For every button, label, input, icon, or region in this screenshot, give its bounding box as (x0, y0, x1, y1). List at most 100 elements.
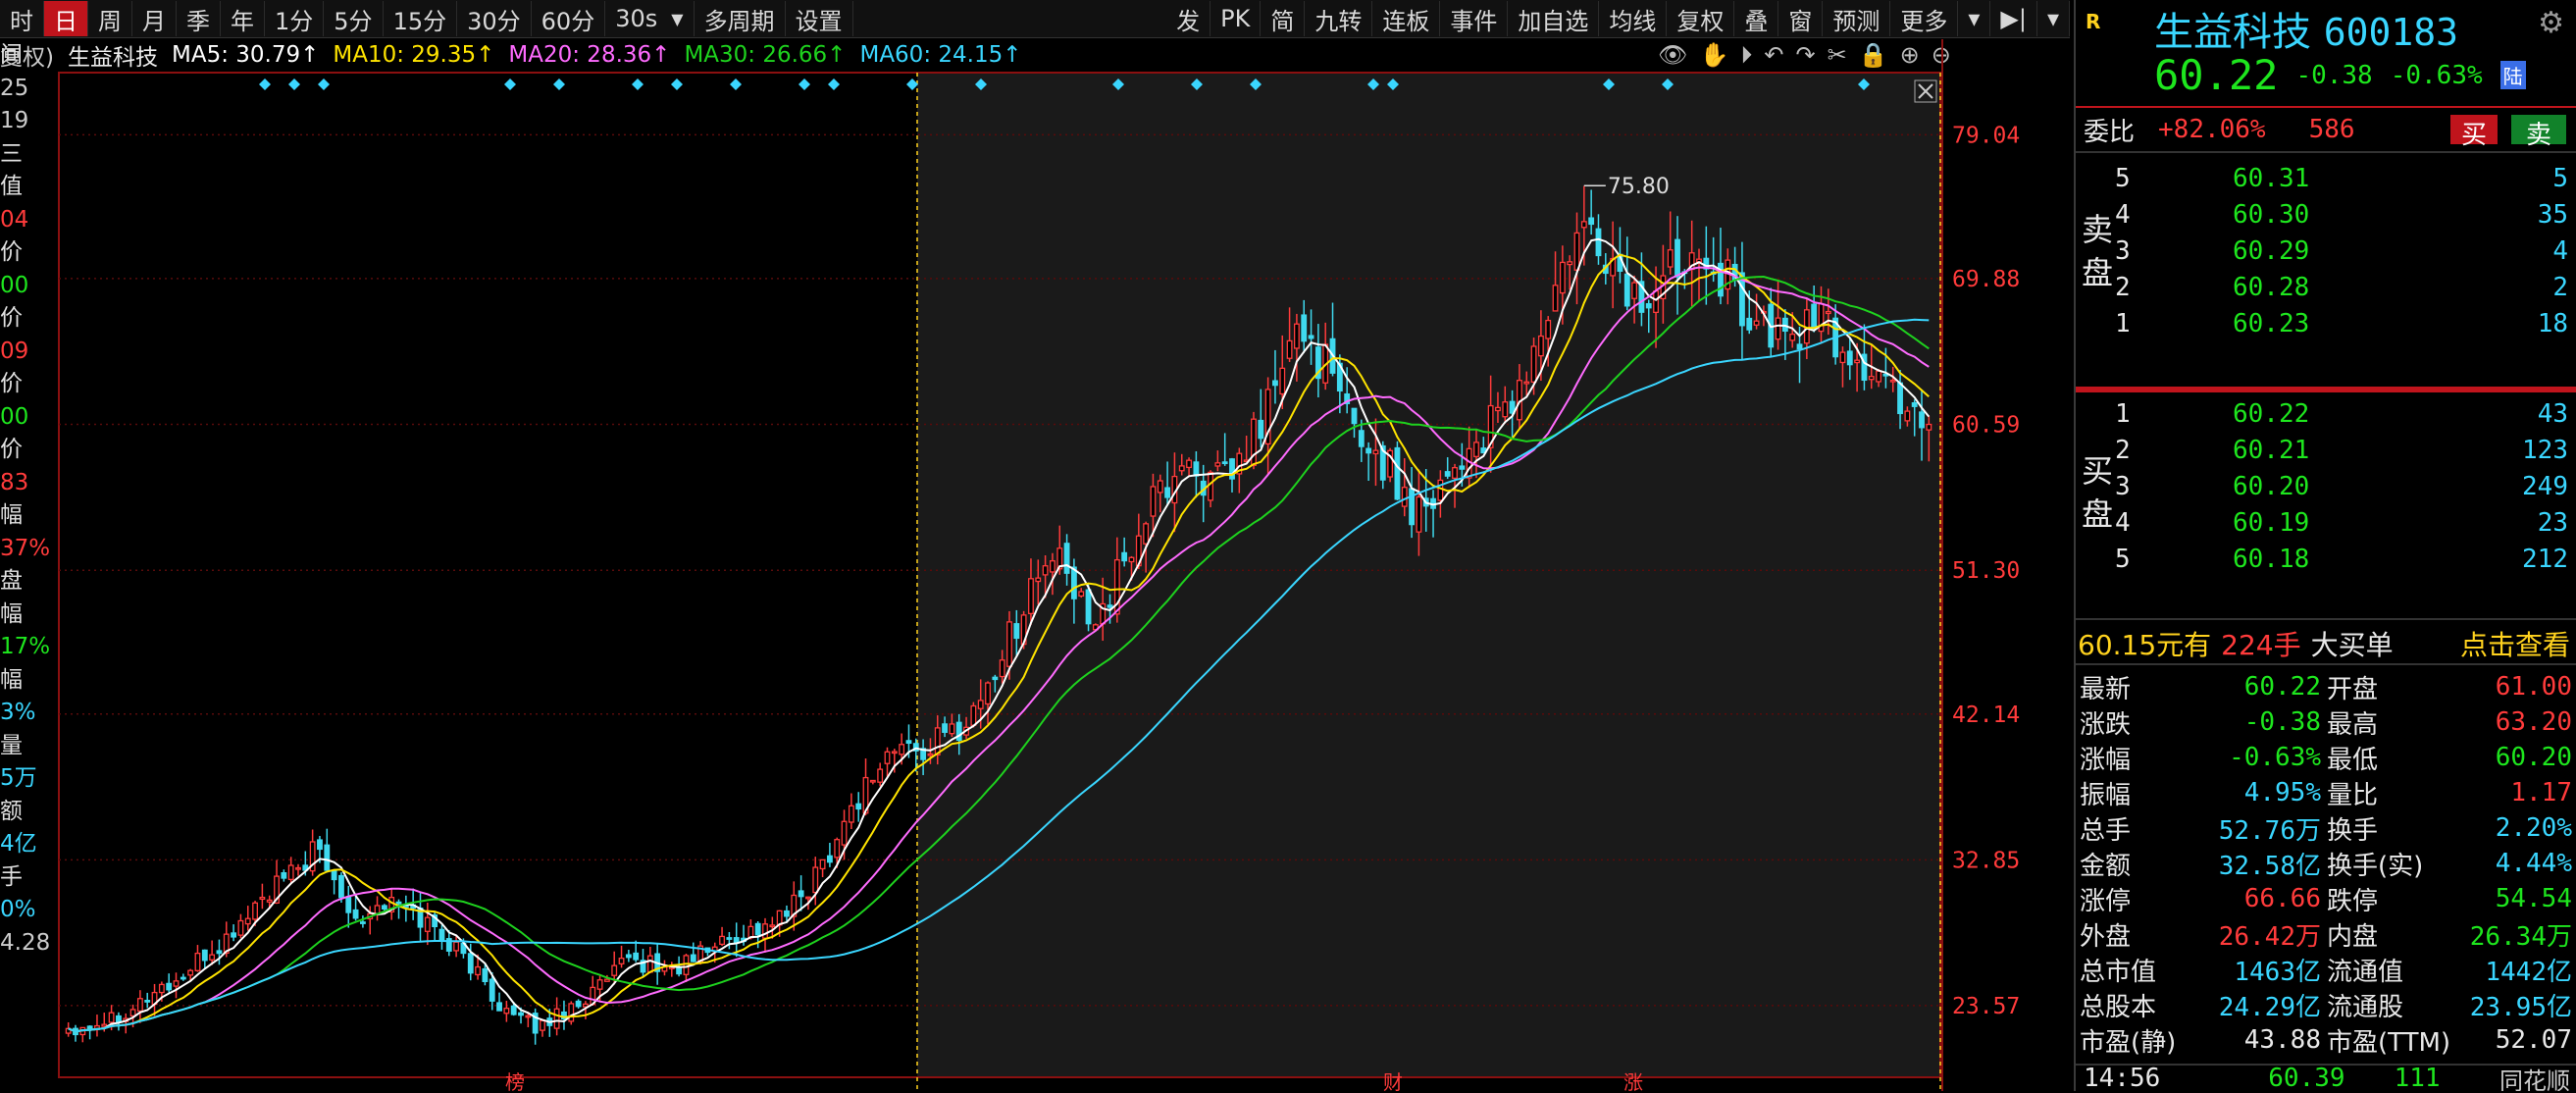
tick-volume: 111 (2394, 1066, 2441, 1091)
candle-body (1854, 359, 1861, 364)
candle-body (1796, 343, 1803, 350)
candle-body (1150, 486, 1157, 517)
stat-label: 换手(实) (2327, 851, 2424, 881)
buy-button[interactable]: 买 (2450, 115, 2498, 150)
big-order-link[interactable]: 点击查看 (2460, 624, 2570, 663)
last-price: 60.22 (2154, 51, 2279, 99)
stats-row: 金额 32.58亿 换手(实) 4.44% (2076, 846, 2576, 881)
sell-button[interactable]: 卖 (2511, 115, 2566, 150)
gear-icon[interactable]: ⚙ (2538, 6, 2564, 40)
bids-volume: 23 (2537, 508, 2568, 538)
candle-body (596, 979, 603, 990)
stat-label: 最新 (2080, 674, 2132, 704)
candle-body (1050, 560, 1056, 573)
asks-volume: 2 (2552, 273, 2568, 302)
event-diamond-icon (906, 78, 918, 90)
tick-time: 14:56 (2084, 1066, 2161, 1091)
candle-body (158, 983, 165, 994)
candle-body (101, 1023, 108, 1027)
bids-row[interactable]: 2 60.21 123 (2076, 433, 2576, 468)
stats-row: 最新 60.22 开盘 61.00 (2076, 669, 2576, 704)
candle-body (769, 924, 776, 928)
asks-price: 60.30 (2233, 200, 2310, 230)
candle-body (784, 910, 790, 917)
kline-chart[interactable]: 79.04 69.88 60.59 51.30 42.14 32.85 23.57 75.80… (0, 0, 2074, 1091)
candle-body (1251, 418, 1257, 466)
candle-body (905, 740, 912, 745)
candle-body (805, 896, 811, 900)
asks-level: 3 (2115, 236, 2131, 266)
bids-row[interactable]: 3 60.20 249 (2076, 469, 2576, 504)
bids-level: 1 (2115, 399, 2131, 429)
candle-body (1789, 334, 1796, 341)
candle-body (625, 954, 632, 959)
bids-row[interactable]: 1 60.22 43 (2076, 396, 2576, 432)
candle-body (359, 921, 366, 924)
stats-row: 市盈(静) 43.88 市盈(TTM) 52.07 (2076, 1022, 2576, 1058)
event-diamond-icon (799, 78, 810, 90)
chart-highlight-region (917, 73, 1940, 1077)
candle-body (244, 917, 251, 925)
big-order-price: 60.15元有 (2078, 629, 2212, 661)
stat-value: 4.44% (2495, 849, 2572, 878)
weibi-value: +82.06% (2158, 115, 2266, 144)
stock-code: 600183 (2323, 11, 2458, 54)
candle-body (187, 969, 194, 976)
event-diamond-icon (288, 78, 300, 90)
candle-body (726, 937, 733, 940)
candle-body (173, 980, 180, 987)
candle-body (899, 744, 905, 755)
candle-body (201, 949, 208, 962)
bottom-event-mark: 财 (1383, 1070, 1403, 1091)
bids-volume: 123 (2522, 436, 2568, 465)
high-annotation-label: 75.80 (1608, 175, 1670, 199)
candle-body (467, 953, 474, 974)
y-tick-label: 42.14 (1952, 703, 2020, 728)
candle-body (1401, 487, 1408, 507)
bids-price: 60.21 (2233, 436, 2310, 465)
candle-body (719, 935, 725, 946)
stat-label: 换手 (2327, 815, 2379, 846)
candle-body (1214, 462, 1221, 467)
candle-body (754, 922, 761, 936)
asks-price: 60.29 (2233, 236, 2310, 266)
asks-row[interactable]: 4 60.30 35 (2076, 197, 2576, 233)
candle-body (1372, 449, 1379, 455)
candle-body (1444, 471, 1451, 477)
divider (2076, 106, 2576, 108)
candle-body (1839, 351, 1846, 364)
stat-value: 1.17 (2510, 778, 2572, 807)
candle-body (1926, 423, 1932, 431)
candle-body (136, 998, 143, 1013)
candle-body (503, 1008, 510, 1015)
stats-row: 总市值 1463亿 流通值 1442亿 (2076, 952, 2576, 987)
candle-body (1293, 323, 1300, 349)
stat-value: 60.22 (2243, 672, 2321, 702)
stat-value: 54.54 (2495, 884, 2572, 913)
candle-body (317, 839, 323, 851)
candle-body (1143, 523, 1150, 545)
event-diamond-icon (553, 78, 565, 90)
stat-value: 23.95亿 (2469, 992, 2572, 1022)
asks-row[interactable]: 5 60.31 5 (2076, 161, 2576, 196)
candle-body (603, 978, 610, 982)
candle-body (1523, 381, 1530, 385)
candle-body (1308, 335, 1314, 339)
candle-body (1502, 401, 1509, 418)
asks-row[interactable]: 2 60.28 2 (2076, 270, 2576, 305)
bids-row[interactable]: 4 60.19 23 (2076, 505, 2576, 541)
asks-row[interactable]: 3 60.29 4 (2076, 234, 2576, 269)
candle-body (841, 820, 848, 846)
candle-body (438, 928, 445, 941)
asks-level: 4 (2115, 200, 2131, 230)
bids-price: 60.20 (2233, 472, 2310, 501)
tick-row: 14:56 60.39 111 同花顺 (2076, 1066, 2576, 1091)
candle-body (1178, 465, 1185, 472)
candle-body (1221, 461, 1228, 465)
bids-row[interactable]: 5 60.18 212 (2076, 542, 2576, 577)
asks-row[interactable]: 1 60.23 18 (2076, 306, 2576, 341)
candle-body (798, 890, 804, 898)
candle-body (1588, 217, 1595, 226)
y-tick-label: 60.59 (1952, 413, 2020, 439)
buy-label-char: 盘 (2082, 495, 2114, 533)
